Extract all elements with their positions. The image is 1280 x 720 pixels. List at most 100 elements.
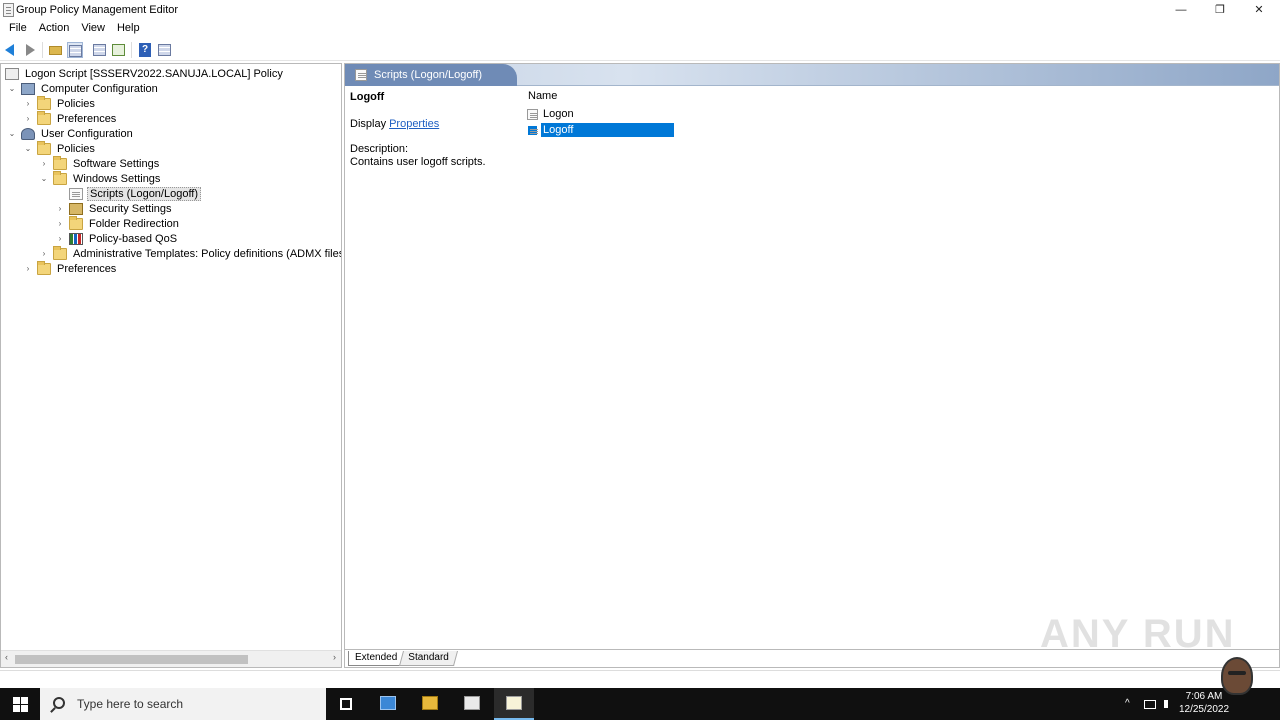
script-icon <box>527 124 538 136</box>
tree-label: Policy-based QoS <box>89 232 178 245</box>
volume-icon[interactable] <box>1164 700 1172 708</box>
maximize-button[interactable]: ❐ <box>1200 0 1240 20</box>
tree-item-computer-policies[interactable]: › Policies <box>23 95 97 111</box>
expander-icon[interactable]: › <box>23 111 33 126</box>
show-hide-action-pane-button[interactable] <box>157 42 173 58</box>
console-tree-icon <box>69 45 82 57</box>
show-hide-tree-button[interactable] <box>67 42 83 58</box>
tree-label: Preferences <box>57 262 117 275</box>
tree-item-administrative-templates[interactable]: › Administrative Templates: Policy defin… <box>39 245 341 261</box>
tree-label: Windows Settings <box>73 172 161 185</box>
console-tree[interactable]: Logon Script [SSSERV2022.SANUJA.LOCAL] P… <box>0 63 342 668</box>
close-button[interactable]: ✕ <box>1239 0 1279 20</box>
up-one-level-button[interactable] <box>48 42 64 58</box>
expander-icon[interactable]: › <box>23 96 33 111</box>
back-button[interactable] <box>3 42 19 58</box>
tree-item-security-settings[interactable]: › Security Settings <box>55 201 174 216</box>
file-explorer-icon <box>422 696 438 710</box>
task-view-button[interactable] <box>326 688 366 720</box>
network-icon[interactable] <box>1144 700 1156 709</box>
tree-item-policy-based-qos[interactable]: › Policy-based QoS <box>55 231 179 246</box>
toolbar-separator <box>131 42 132 58</box>
display-properties: Display Properties <box>350 118 439 130</box>
scroll-left-arrow-icon[interactable]: ‹ <box>5 652 8 662</box>
expander-icon[interactable]: › <box>55 216 65 231</box>
windows-logo-icon <box>13 697 20 704</box>
menu-action[interactable]: Action <box>34 20 75 38</box>
expander-icon[interactable]: ⌄ <box>39 171 49 186</box>
scroll-right-arrow-icon[interactable]: › <box>333 652 336 662</box>
details-header: Scripts (Logon/Logoff) <box>345 64 1279 86</box>
taskbar-server-manager[interactable] <box>368 688 408 720</box>
export-list-button[interactable] <box>111 42 127 58</box>
clock[interactable]: 7:06 AM 12/25/2022 <box>1174 690 1234 716</box>
expander-icon[interactable]: › <box>39 246 49 261</box>
tree-label: User Configuration <box>41 127 133 140</box>
tree-label: Computer Configuration <box>41 82 158 95</box>
taskbar-gpmc[interactable] <box>452 688 492 720</box>
expander-icon[interactable]: ⌄ <box>7 81 17 96</box>
folder-icon <box>37 260 51 275</box>
tree-item-folder-redirection[interactable]: › Folder Redirection <box>55 215 181 231</box>
folder-icon <box>69 215 83 230</box>
menu-file[interactable]: File <box>4 20 32 38</box>
list-item-logoff[interactable]: Logoff <box>527 123 674 137</box>
tree-root[interactable]: Logon Script [SSSERV2022.SANUJA.LOCAL] P… <box>5 66 285 81</box>
taskbar-file-explorer[interactable] <box>410 688 450 720</box>
tab-extended[interactable]: Extended <box>348 651 405 666</box>
details-pane: Scripts (Logon/Logoff) Logoff Display Pro… <box>344 63 1280 668</box>
folder-icon <box>37 140 51 155</box>
tree-item-user-policies[interactable]: ⌄ Policies <box>23 140 97 156</box>
minimize-button[interactable]: — <box>1161 0 1201 20</box>
help-icon: ? <box>139 43 151 57</box>
folder-icon <box>53 245 67 260</box>
tree-item-software-settings[interactable]: › Software Settings <box>39 155 161 171</box>
expander-icon[interactable]: ⌄ <box>7 126 17 141</box>
menu-help[interactable]: Help <box>112 20 145 38</box>
tree-label: Policies <box>57 97 95 110</box>
horizontal-scrollbar[interactable]: ‹ › <box>1 650 341 667</box>
windows-logo-icon <box>13 705 20 712</box>
start-button[interactable] <box>0 688 40 720</box>
menu-view[interactable]: View <box>76 20 110 38</box>
forward-button[interactable] <box>22 42 38 58</box>
properties-link[interactable]: Properties <box>389 118 439 130</box>
tree-label: Preferences <box>57 112 117 125</box>
tree-item-computer-configuration[interactable]: ⌄ Computer Configuration <box>7 81 160 96</box>
search-icon <box>53 697 65 709</box>
list-item-label: Logoff <box>541 123 674 137</box>
clock-time: 7:06 AM <box>1185 691 1223 702</box>
scrollbar-thumb[interactable] <box>15 655 248 664</box>
properties-button[interactable] <box>92 42 108 58</box>
tab-standard[interactable]: Standard <box>398 651 458 666</box>
taskbar-search[interactable]: Type here to search <box>40 688 326 720</box>
folder-icon <box>53 155 67 170</box>
extended-item-title: Logoff <box>350 91 385 103</box>
tab-standard-label: Standard <box>408 652 449 663</box>
tree-item-scripts[interactable]: Scripts (Logon/Logoff) <box>55 186 202 201</box>
folder-icon <box>53 170 67 185</box>
display-label: Display <box>350 118 387 130</box>
expander-icon[interactable]: › <box>55 231 65 246</box>
taskbar-notepad[interactable] <box>494 688 534 720</box>
expander-icon[interactable]: ⌄ <box>23 141 33 156</box>
expander-icon[interactable]: › <box>23 261 33 276</box>
forward-arrow-icon <box>26 44 35 56</box>
tree-item-windows-settings[interactable]: ⌄ Windows Settings <box>39 170 162 186</box>
tree-item-user-configuration[interactable]: ⌄ User Configuration <box>7 126 135 141</box>
list-item-logon[interactable]: Logon <box>527 107 576 121</box>
folder-icon <box>37 95 51 110</box>
tree-item-user-preferences[interactable]: › Preferences <box>23 260 118 276</box>
taskbar: Type here to search ^ 7:06 AM 12/25/2022 <box>0 688 1280 720</box>
tree-label: Policies <box>57 142 95 155</box>
tree-item-computer-preferences[interactable]: › Preferences <box>23 110 118 126</box>
column-header-name[interactable]: Name <box>528 90 557 102</box>
tree-label: Administrative Templates: Policy definit… <box>73 247 341 260</box>
tray-chevron-icon[interactable]: ^ <box>1125 698 1130 709</box>
back-arrow-icon <box>5 44 14 56</box>
expander-icon[interactable]: › <box>55 201 65 216</box>
tree-label: Scripts (Logon/Logoff) <box>87 186 202 201</box>
help-button[interactable]: ? <box>137 42 153 58</box>
expander-icon[interactable]: › <box>39 156 49 171</box>
server-manager-icon <box>380 696 396 710</box>
